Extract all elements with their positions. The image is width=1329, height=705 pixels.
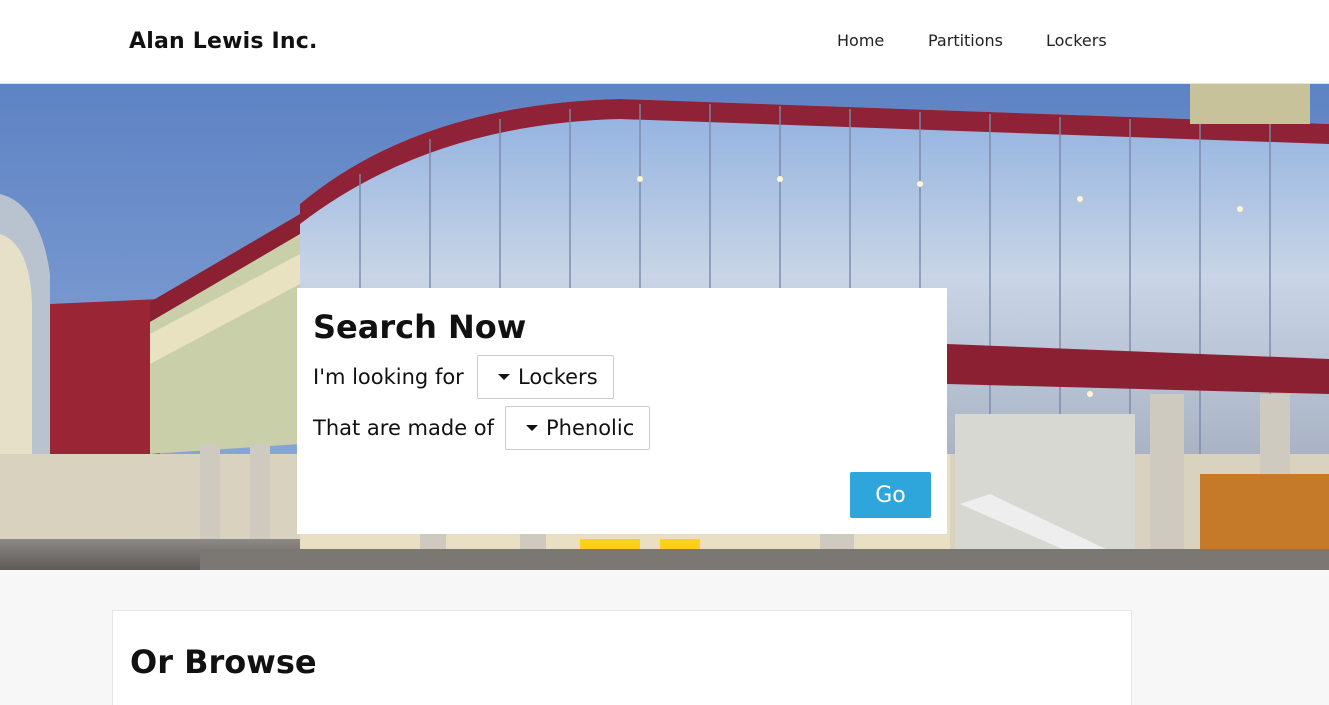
caret-down-icon (526, 425, 538, 431)
browse-section: Or Browse (112, 610, 1132, 705)
top-navbar: Alan Lewis Inc. Home Partitions Lockers (0, 0, 1329, 84)
nav-link-partitions[interactable]: Partitions (928, 31, 1003, 50)
product-type-value: Lockers (518, 365, 598, 389)
looking-for-label: I'm looking for (313, 365, 464, 389)
search-title: Search Now (313, 308, 527, 346)
browse-title: Or Browse (130, 643, 317, 681)
brand-logo[interactable]: Alan Lewis Inc. (129, 29, 318, 54)
search-panel: Search Now I'm looking for Lockers That … (297, 288, 947, 534)
go-button[interactable]: Go (850, 472, 931, 518)
material-dropdown[interactable]: Phenolic (505, 406, 650, 450)
hero-banner: Search Now I'm looking for Lockers That … (0, 84, 1329, 570)
nav-link-lockers[interactable]: Lockers (1046, 31, 1107, 50)
product-type-dropdown[interactable]: Lockers (477, 355, 614, 399)
material-value: Phenolic (546, 416, 635, 440)
caret-down-icon (498, 374, 510, 380)
made-of-label: That are made of (313, 416, 495, 440)
nav-link-home[interactable]: Home (837, 31, 884, 50)
